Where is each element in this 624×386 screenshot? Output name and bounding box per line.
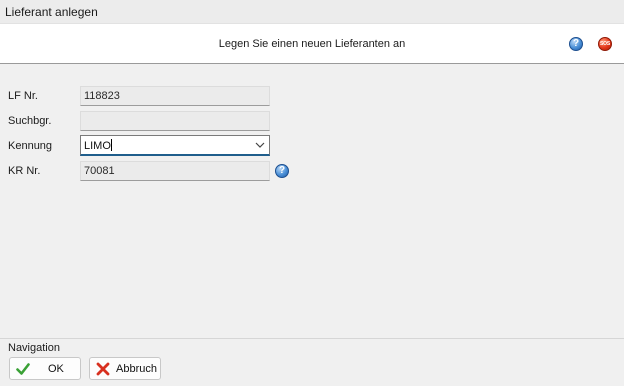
kennung-value: LIMO [84,140,111,152]
text-caret [110,139,112,151]
cancel-button[interactable]: Abbruch [89,357,161,380]
kennung-label: Kennung [8,140,53,152]
header-text: Legen Sie einen neuen Lieferanten an [218,38,406,50]
sos-icon[interactable]: SOS [598,37,612,51]
lf-nr-field: 118823 [80,86,270,106]
ok-button[interactable]: OK [9,357,81,380]
kennung-combobox[interactable]: LIMO [80,135,270,156]
suchbgr-label: Suchbgr. [8,115,52,127]
checkmark-icon [16,363,30,375]
help-icon[interactable]: ? [569,37,583,51]
ok-button-label: OK [48,363,64,375]
window-title: Lieferant anlegen [5,5,98,19]
cancel-button-label: Abbruch [116,363,157,375]
suchbgr-field[interactable] [80,111,270,131]
lf-nr-label: LF Nr. [8,90,38,102]
cross-icon [96,362,110,376]
header-panel: Legen Sie einen neuen Lieferanten an ? S… [0,24,624,64]
kr-nr-field: 70081 [80,161,270,181]
chevron-down-icon[interactable] [255,141,265,149]
navigation-label: Navigation [8,342,60,354]
title-bar: Lieferant anlegen [0,0,624,24]
kr-nr-label: KR Nr. [8,165,41,177]
kr-nr-help-icon[interactable]: ? [275,164,289,178]
footer-divider [0,338,624,339]
